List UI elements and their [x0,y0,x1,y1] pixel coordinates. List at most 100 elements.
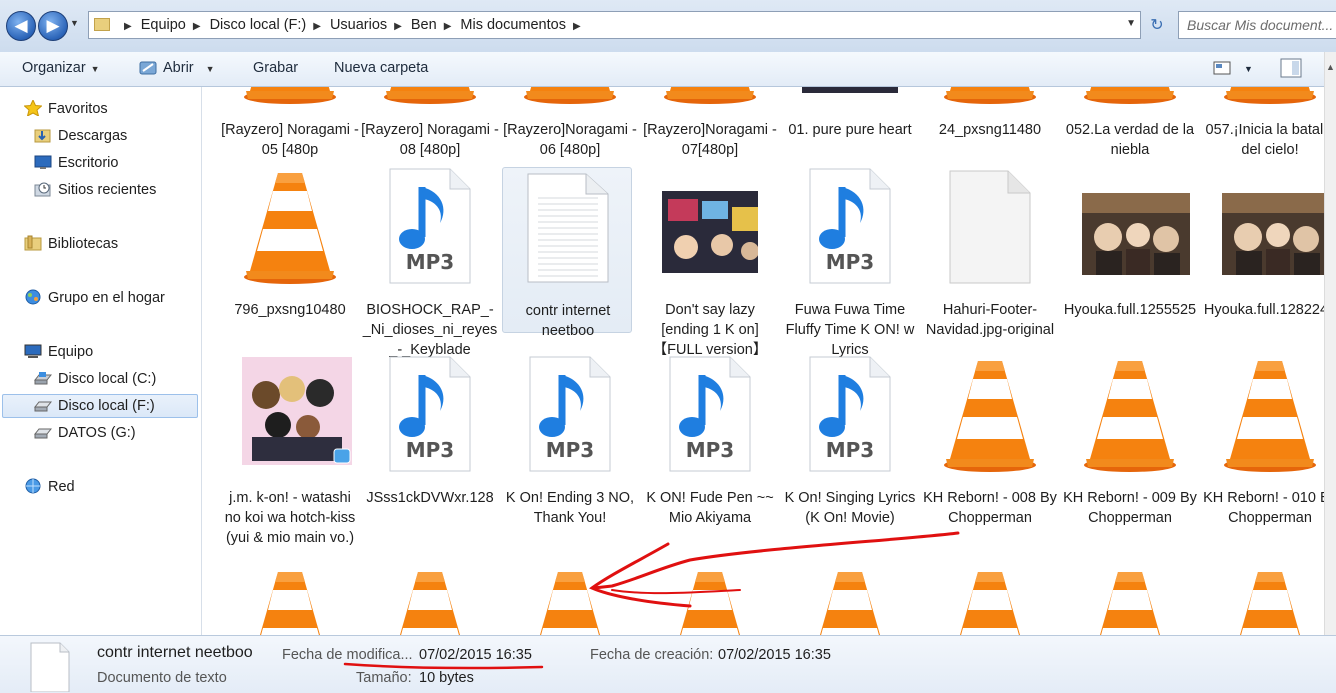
refresh-icon[interactable]: ↻ [1145,14,1169,38]
file-thumbnail [942,87,1038,105]
vlc-cone-icon[interactable] [522,566,618,635]
breadcrumb-item[interactable]: Ben [411,12,437,38]
chevron-right-icon[interactable]: ▶ [313,14,321,40]
file-item[interactable]: contr internet neetboo [502,167,632,339]
search-input[interactable]: Buscar Mis document... [1178,11,1336,39]
file-item[interactable]: MP3 K ON! Fude Pen ~~ Mio Akiyama [640,355,780,545]
sidebar-item-drive-c[interactable]: Disco local (C:) [34,368,156,390]
vlc-cone-icon [680,572,740,635]
sidebar-item-drive-g[interactable]: DATOS (G:) [34,422,136,444]
sidebar-item-homegroup[interactable]: Grupo en el hogar [24,287,165,309]
file-item[interactable]: MP3 K On! Ending 3 NO, Thank You! [500,355,640,545]
vlc-cone-icon[interactable] [662,566,758,635]
modified-value[interactable]: 07/02/2015 16:35 [419,647,532,663]
star-icon [24,100,42,117]
mp3-file-icon: MP3 [389,356,471,472]
file-name: 057.¡Inicia la batalla del cielo! [1205,122,1325,158]
file-item[interactable]: [Rayzero] Noragami - 08 [480p] [360,87,500,177]
file-item[interactable]: Hahuri-Footer-Navidad.jpg-original [920,167,1060,357]
breadcrumb-item[interactable]: Equipo [141,12,186,38]
sidebar-item-downloads[interactable]: Descargas [34,125,127,147]
breadcrumb-item[interactable]: Mis documentos [460,12,566,38]
file-item[interactable]: [Rayzero]Noragami - 06 [480p] [500,87,640,177]
file-item[interactable]: MP3 JSss1ckDVWxr.128 [360,355,500,545]
vlc-cone-icon [664,87,756,104]
breadcrumb-item[interactable]: Usuarios [330,12,387,38]
file-name: 01. pure pure heart [788,122,912,138]
sidebar-item-label: Grupo en el hogar [48,290,165,306]
view-dropdown-icon[interactable]: ▼ [1244,64,1253,74]
chevron-right-icon[interactable]: ▶ [124,14,132,40]
file-name: Fuwa Fuwa Time Fluffy Time K ON! w Lyric… [785,302,915,358]
address-dropdown-icon[interactable]: ▼ [1126,18,1136,29]
sidebar-item-favorites[interactable]: Favoritos [24,98,108,120]
file-item[interactable]: Hyouka.full.1282246 [1200,167,1324,357]
created-value[interactable]: 07/02/2015 16:35 [718,647,831,663]
svg-text:MP3: MP3 [406,438,454,462]
desktop-icon [34,155,52,170]
file-item[interactable]: 01. pure pure heart [780,87,920,177]
file-name: K ON! Fude Pen ~~ Mio Akiyama [646,490,774,526]
sidebar-item-computer[interactable]: Equipo [24,341,93,363]
history-dropdown-icon[interactable]: ▼ [70,18,82,32]
file-name: K On! Singing Lyrics (K On! Movie) [784,490,916,526]
vlc-cone-icon[interactable] [802,566,898,635]
file-item[interactable]: 796_pxsng10480 [220,167,360,357]
vlc-cone-icon [1100,572,1160,635]
open-button[interactable]: Abrir ▼ [163,60,215,76]
file-item[interactable]: KH Reborn! - 008 By Chopperman [920,355,1060,545]
forward-button[interactable]: ▶ [38,11,68,41]
chevron-right-icon[interactable]: ▶ [394,14,402,40]
file-name: KH Reborn! - 008 By Chopperman [923,490,1057,526]
vlc-cone-icon[interactable] [1082,566,1178,635]
file-item[interactable]: Hyouka.full.1255525 [1060,167,1200,357]
organize-button[interactable]: Organizar ▼ [22,60,100,76]
vlc-cone-icon[interactable] [242,566,338,635]
details-file-type: Documento de texto [97,670,227,686]
file-thumbnail [942,167,1038,285]
new-folder-button[interactable]: Nueva carpeta [334,60,428,76]
vlc-cone-icon [524,87,616,104]
file-name: KH Reborn! - 010 By Chopperman [1203,490,1324,526]
file-item[interactable]: MP3 Fuwa Fuwa Time Fluffy Time K ON! w L… [780,167,920,358]
file-item[interactable]: 052.La verdad de la niebla [1060,87,1200,177]
address-box[interactable]: ▶ Equipo ▶ Disco local (F:) ▶ Usuarios ▶ Ben ▶ Mi… [88,11,1141,39]
vlc-cone-icon[interactable] [1222,566,1318,635]
breadcrumb-item[interactable]: Disco local (F:) [210,12,307,38]
file-thumbnail [1082,87,1178,105]
search-placeholder: Buscar Mis document... [1187,17,1334,33]
file-item[interactable]: j.m. k-on! - watashi no koi wa hotch-kis… [220,355,360,546]
vlc-cone-icon[interactable] [942,566,1038,635]
preview-pane-icon[interactable] [1280,58,1302,78]
file-item[interactable]: 24_pxsng11480 [920,87,1060,177]
sidebar-item-drive-f[interactable]: Disco local (F:) [2,394,198,418]
sidebar-item-label: Favoritos [48,101,108,117]
sidebar-item-libraries[interactable]: Bibliotecas [24,233,118,255]
file-item[interactable]: Don't say lazy [ending 1 K on]【FULL vers… [640,167,780,358]
vertical-scrollbar[interactable]: ▲ [1324,52,1336,635]
image-thumbnail [1222,193,1324,275]
file-item[interactable]: MP3 K On! Singing Lyrics (K On! Movie) [780,355,920,545]
sidebar-item-label: Escritorio [58,155,119,171]
file-item[interactable]: 057.¡Inicia la batalla del cielo! [1200,87,1324,177]
created-label: Fecha de creación: [590,647,714,663]
sidebar-item-desktop[interactable]: Escritorio [34,152,118,174]
file-item[interactable]: KH Reborn! - 009 By Chopperman [1060,355,1200,545]
vlc-cone-icon[interactable] [382,566,478,635]
scroll-up-icon[interactable]: ▲ [1326,62,1335,72]
file-item[interactable]: [Rayzero]Noragami - 07[480p] [640,87,780,177]
chevron-right-icon[interactable]: ▶ [444,14,452,40]
chevron-right-icon[interactable]: ▶ [193,14,201,40]
file-item[interactable]: MP3 BIOSHOCK_RAP_-_Ni_dioses_ni_reyes_-_… [360,167,500,358]
sidebar-item-recent-places[interactable]: Sitios recientes [34,179,156,201]
file-thumbnail [662,87,758,105]
back-button[interactable]: ◀ [6,11,36,41]
view-options-icon[interactable] [1213,60,1233,76]
file-item[interactable]: KH Reborn! - 010 By Chopperman [1200,355,1324,545]
svg-text:MP3: MP3 [826,438,874,462]
media-thumbnail [242,357,352,465]
file-item[interactable]: [Rayzero] Noragami - 05 [480p [220,87,360,177]
chevron-right-icon[interactable]: ▶ [573,14,581,40]
burn-button[interactable]: Grabar [253,60,298,76]
sidebar-item-network[interactable]: Red [24,476,75,498]
